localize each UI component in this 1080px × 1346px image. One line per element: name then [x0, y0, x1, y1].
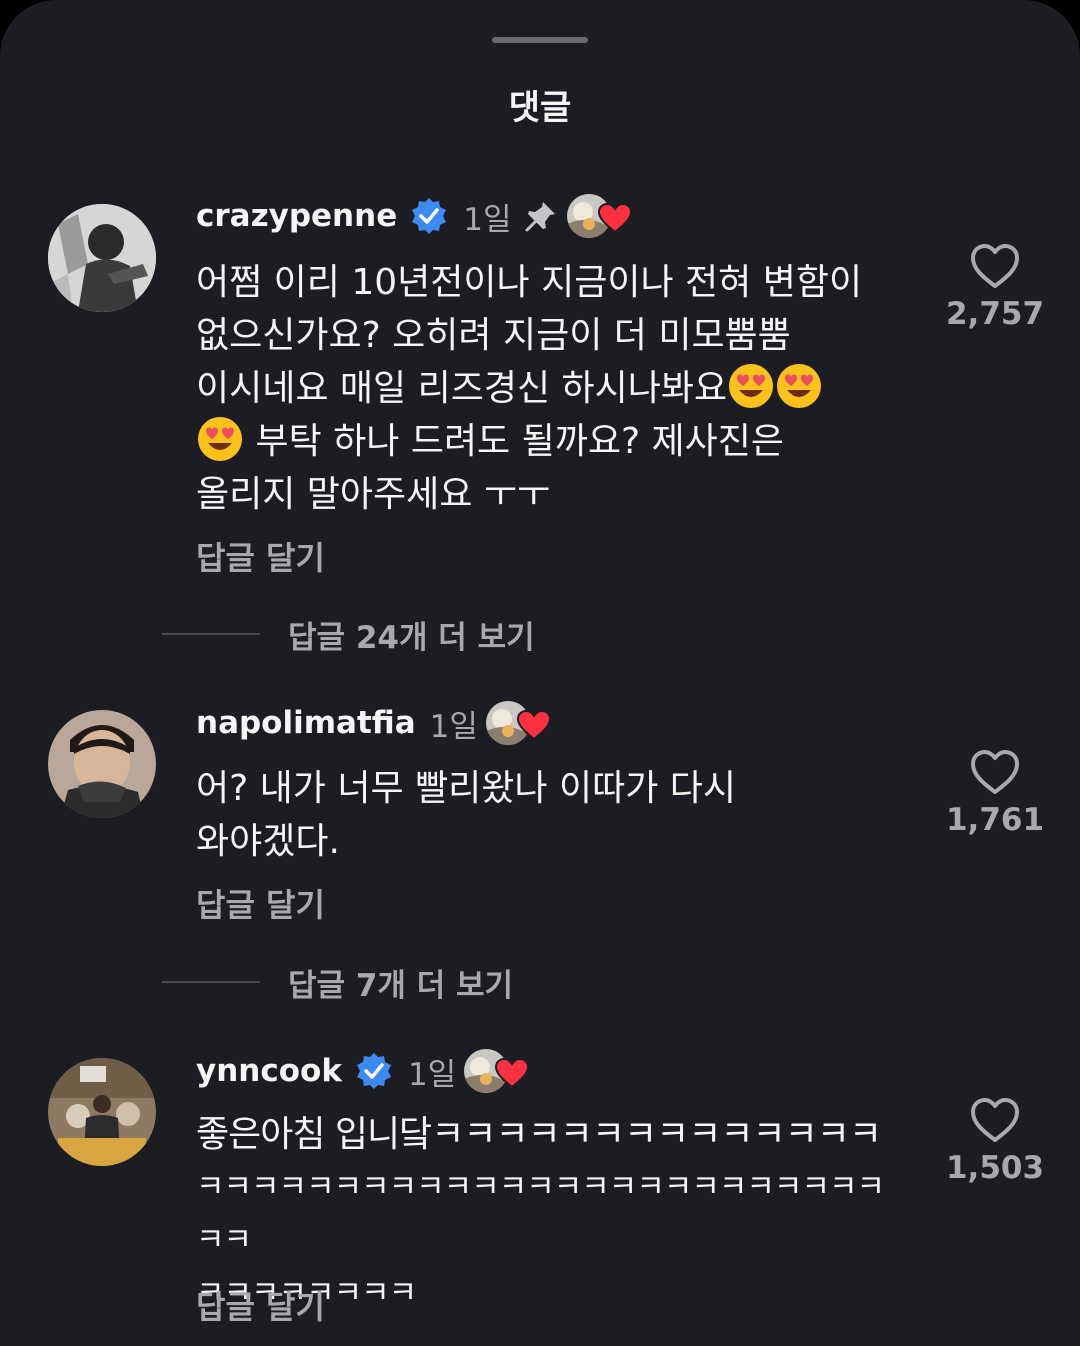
- comment-line: 이시네요 매일 리즈경신 하시나봐요: [196, 368, 728, 409]
- heart-outline-icon: [971, 750, 1019, 794]
- reply-button[interactable]: 답글 달기: [196, 880, 325, 926]
- comment-line-with-emoji: 부탁 하나 드려도 될까요? 제사진은: [196, 415, 916, 468]
- heart-eyes-emoji-icon: [729, 364, 774, 408]
- heart-outline-icon: [971, 1098, 1019, 1142]
- like-button[interactable]: 1,503: [940, 1096, 1050, 1186]
- view-more-replies-button[interactable]: 답글 7개 더 보기: [162, 962, 514, 1004]
- comment-line: 와야겠다.: [196, 821, 340, 862]
- avatar-image: [48, 1058, 156, 1166]
- drag-handle[interactable]: [492, 37, 588, 43]
- comment-line: 어쩜 이리 10년전이나 지금이나 전혀 변함이: [196, 262, 863, 303]
- comment-time: 1일: [463, 201, 512, 238]
- avatar-image: [48, 204, 156, 312]
- heart-eyes-emoji-icon: [777, 364, 822, 408]
- comment-text: 어? 내가 너무 빨리왔나 이따가 다시 와야겠다.: [196, 762, 916, 868]
- comment-time: 1일: [407, 1056, 457, 1093]
- avatar[interactable]: [48, 204, 156, 312]
- like-button[interactable]: 1,761: [940, 748, 1050, 838]
- comment-line: 올리지 말아주세요 ㅜㅜ: [196, 474, 551, 515]
- creator-liked-indicator: [464, 1049, 536, 1093]
- comment-line: 어? 내가 너무 빨리왔나 이따가 다시: [196, 768, 737, 809]
- comment-time: 1일: [429, 708, 478, 745]
- avatar[interactable]: [48, 710, 156, 818]
- reply-button[interactable]: 답글 달기: [196, 533, 325, 579]
- creator-liked-indicator: [485, 701, 558, 745]
- creator-liked-indicator: [567, 194, 639, 238]
- like-count: 1,503: [945, 1150, 1045, 1186]
- red-heart-icon: [495, 1057, 530, 1089]
- view-more-replies-button[interactable]: 답글 24개 더 보기: [162, 614, 535, 656]
- verified-badge-icon: [412, 198, 447, 234]
- pin-icon: [525, 202, 556, 232]
- like-count: 1,761: [945, 802, 1045, 838]
- comment-line: 없으신가요? 오히려 지금이 더 미모뿜뿜: [196, 315, 791, 356]
- comment-username[interactable]: crazypenne: [196, 198, 397, 234]
- comment-line-with-emoji: 이시네요 매일 리즈경신 하시나봐요: [196, 362, 916, 415]
- reply-button[interactable]: 답글 달기: [196, 1282, 325, 1328]
- comment-username[interactable]: ynncook: [196, 1053, 342, 1089]
- thread-line: [162, 633, 260, 635]
- thread-line: [162, 981, 260, 983]
- sheet-title: 댓글: [508, 88, 572, 128]
- verified-badge-icon: [356, 1053, 391, 1089]
- avatar[interactable]: [48, 1058, 156, 1166]
- comment-line: ㅋㅋㅋㅋㅋㅋㅋㅋㅋㅋㅋㅋㅋㅋㅋㅋㅋㅋㅋㅋㅋㅋㅋㅋㅋㅋㅋ: [196, 1169, 885, 1258]
- view-more-replies-label: 답글 7개 더 보기: [288, 967, 514, 1004]
- like-button[interactable]: 2,757: [940, 242, 1050, 332]
- comments-sheet: 댓글 crazypenne 1일 어쩜 이리 10년전이나 지금이나 전혀 변함…: [0, 0, 1080, 1346]
- avatar-image: [48, 710, 156, 818]
- red-heart-icon: [516, 709, 551, 741]
- heart-outline-icon: [971, 244, 1019, 288]
- comment-line: 좋은아침 입니닼ㅋㅋㅋㅋㅋㅋㅋㅋㅋㅋㅋㅋㅋㅋ: [196, 1114, 882, 1155]
- comment-line: 부탁 하나 드려도 될까요? 제사진은: [255, 421, 785, 462]
- view-more-replies-label: 답글 24개 더 보기: [288, 619, 535, 656]
- red-heart-icon: [598, 202, 633, 234]
- heart-eyes-emoji-icon: [198, 417, 242, 461]
- comment-username[interactable]: napolimatfia: [196, 705, 416, 741]
- comment-text: 어쩜 이리 10년전이나 지금이나 전혀 변함이 없으신가요? 오히려 지금이 …: [196, 256, 916, 521]
- like-count: 2,757: [945, 296, 1045, 332]
